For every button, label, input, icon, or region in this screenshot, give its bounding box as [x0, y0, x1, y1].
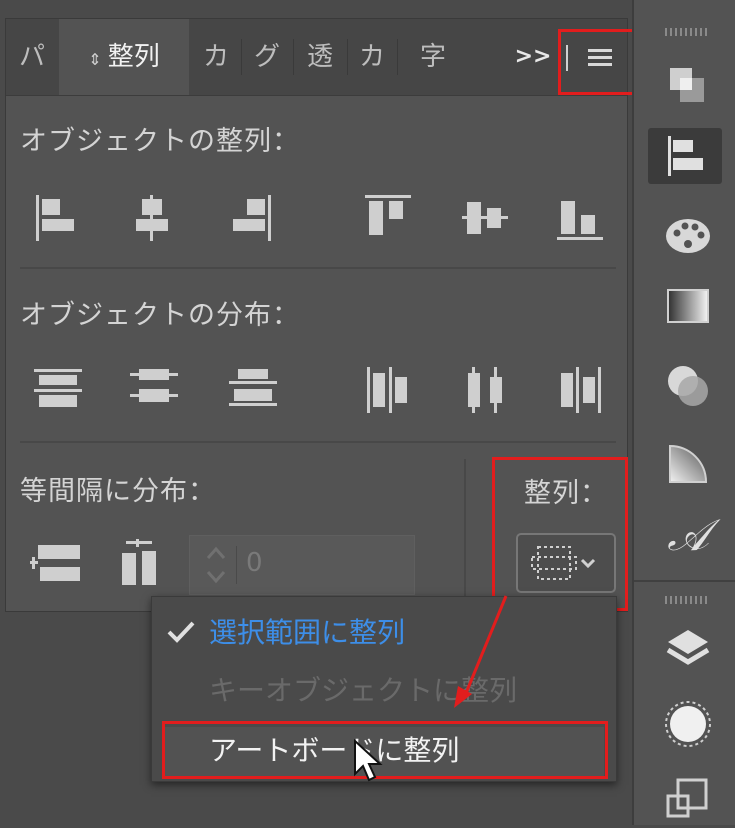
character-styles-icon[interactable]: 𝒜 — [664, 512, 712, 560]
color-guide-button[interactable] — [664, 210, 712, 258]
appearance-button[interactable] — [664, 440, 712, 488]
distribute-left-button[interactable] — [361, 363, 415, 421]
menu-item-label: 選択範囲に整列 — [209, 616, 406, 649]
align-horizontal-center-button[interactable] — [127, 191, 177, 249]
align-horizontal-center-icon — [136, 195, 168, 241]
artboards-button[interactable] — [664, 700, 712, 748]
panel-tab-bar: パ ⇕ 整列 カ グ 透 カ 字 >> — [6, 19, 627, 96]
dock-divider — [634, 580, 735, 582]
transparency-button[interactable] — [664, 362, 712, 410]
tab-swatches[interactable]: カ — [348, 19, 396, 95]
sort-arrows-icon: ⇕ — [88, 50, 102, 69]
tab-label: 整列 — [107, 42, 160, 72]
layers-button[interactable] — [664, 626, 712, 674]
tab-label: カ — [358, 42, 385, 72]
align-vertical-center-icon — [462, 202, 508, 234]
align-left-button[interactable] — [31, 191, 81, 249]
gradient-icon — [667, 289, 709, 323]
palette-icon — [666, 219, 710, 253]
distribute-right-button[interactable] — [553, 363, 607, 421]
align-panel-button[interactable] — [648, 128, 722, 184]
spinner-arrows-icon[interactable] — [196, 536, 236, 594]
tab-align[interactable]: ⇕ 整列 — [59, 19, 189, 95]
tab-pathfinder[interactable]: パ — [6, 19, 58, 95]
menu-item-align-to-selection[interactable]: 選択範囲に整列 — [209, 611, 405, 651]
section-divider — [20, 267, 616, 269]
artboard-item-highlight — [162, 721, 608, 779]
align-bottom-button[interactable] — [553, 191, 607, 249]
distribute-bottom-button[interactable] — [226, 363, 280, 421]
tab-label: グ — [253, 42, 280, 72]
tab-character[interactable]: 字 — [398, 19, 468, 95]
distribute-horizontal-center-icon — [468, 367, 502, 413]
distribute-objects-heading: オブジェクトの分布： — [20, 300, 300, 331]
distribute-spacing-heading: 等間隔に分布： — [20, 476, 216, 507]
section-divider — [20, 441, 616, 443]
dock-grip[interactable] — [665, 596, 709, 604]
quarter-circle-gradient-icon — [669, 444, 708, 483]
tab-label: 透 — [306, 42, 333, 72]
gradient-button[interactable] — [664, 282, 712, 330]
align-right-button[interactable] — [226, 191, 276, 249]
tab-transparency[interactable]: 透 — [294, 19, 346, 95]
mouse-cursor-icon — [354, 738, 383, 782]
align-top-icon — [365, 195, 411, 235]
layers-icon — [666, 630, 710, 665]
overflow-label: >> — [514, 44, 552, 69]
align-right-icon — [233, 195, 271, 241]
align-top-button[interactable] — [361, 191, 415, 249]
spacing-value: 0 — [246, 548, 263, 578]
align-objects-heading: オブジェクトの整列： — [20, 126, 300, 157]
annotation-arrow — [454, 595, 508, 708]
align-panel-icon — [668, 136, 703, 176]
vertical-divider — [464, 459, 466, 609]
vertical-distribute-space-button[interactable] — [28, 537, 82, 595]
tab-label: カ — [202, 42, 229, 72]
tab-label: パ — [18, 42, 45, 72]
align-vertical-center-button[interactable] — [458, 191, 512, 249]
distribute-right-icon — [561, 367, 601, 413]
distribute-horizontal-center-button[interactable] — [458, 363, 512, 421]
pathfinder-button[interactable] — [664, 62, 712, 110]
dock-grip[interactable] — [665, 28, 709, 36]
align-left-icon — [36, 195, 74, 241]
distribute-vertical-center-button[interactable] — [127, 363, 181, 421]
field-separator — [236, 546, 237, 584]
distribute-bottom-icon — [229, 369, 277, 406]
vertical-distribute-space-icon — [30, 545, 80, 581]
distribute-top-icon — [34, 369, 82, 407]
transform-button[interactable] — [664, 776, 712, 824]
align-bottom-icon — [557, 201, 603, 240]
pathfinder-icon — [670, 68, 704, 102]
spacing-value-field[interactable]: 0 — [189, 535, 415, 595]
distribute-top-button[interactable] — [31, 363, 85, 421]
distribute-left-icon — [367, 367, 407, 413]
transparency-icon — [668, 366, 708, 406]
panel-menu-highlight — [558, 29, 638, 95]
checkmark-icon — [166, 619, 196, 649]
tab-gradient[interactable]: グ — [242, 19, 292, 95]
distribute-vertical-center-icon — [130, 369, 178, 402]
tab-overflow-button[interactable]: >> — [511, 19, 555, 95]
align-to-highlight — [492, 457, 628, 611]
circle-dashed-icon — [665, 701, 711, 747]
tab-label: 字 — [419, 42, 446, 72]
horizontal-distribute-space-button[interactable] — [114, 537, 168, 595]
horizontal-distribute-space-icon — [122, 539, 156, 585]
right-panel-dock: 𝒜 — [632, 0, 735, 825]
tab-color[interactable]: カ — [192, 19, 240, 95]
transform-icon — [666, 778, 708, 818]
